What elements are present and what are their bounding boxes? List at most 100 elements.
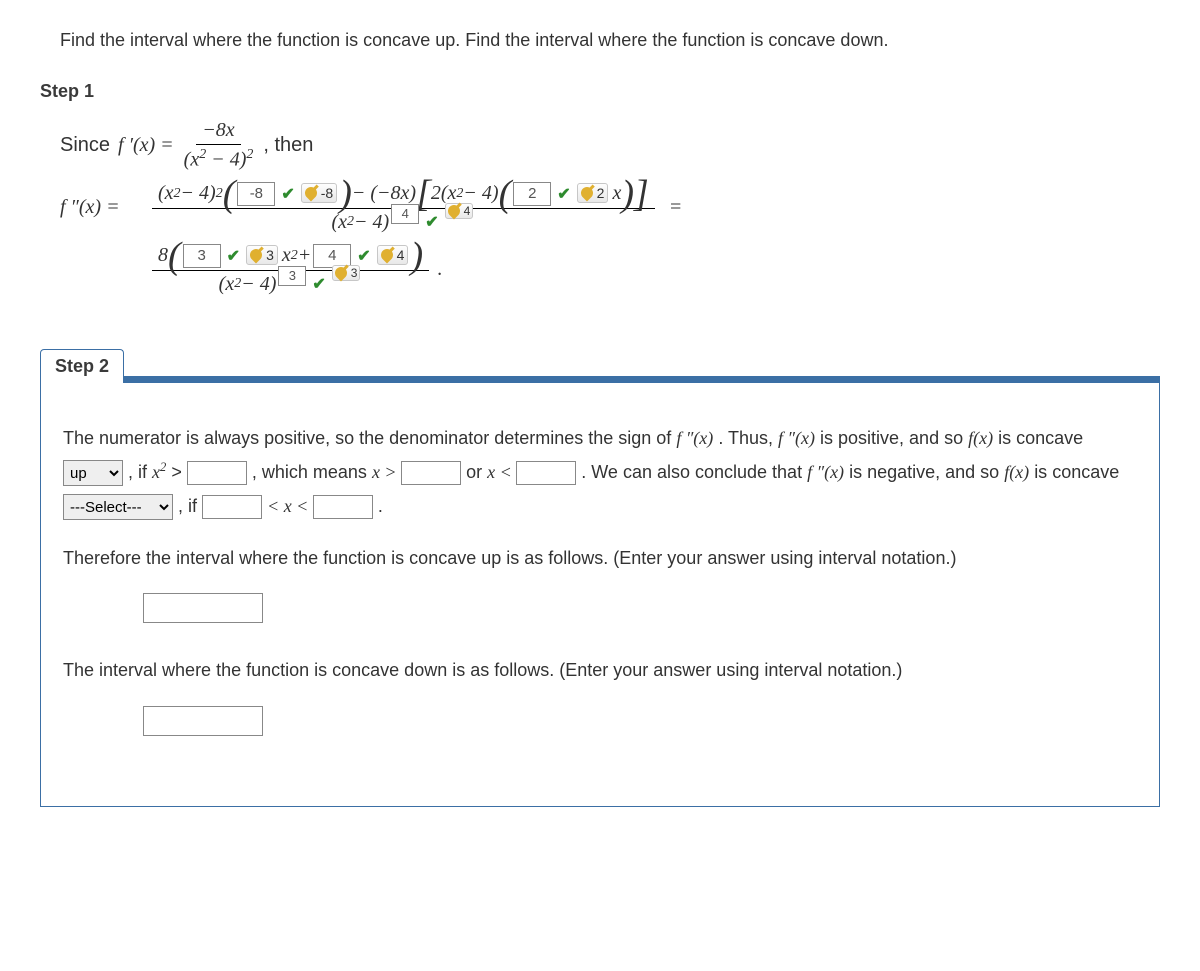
fx2: f(x) xyxy=(1004,462,1029,482)
d2b: − 4) xyxy=(241,273,276,296)
t2c: . We can also conclude that xyxy=(581,462,807,482)
check-icon: ✔ xyxy=(227,246,240,266)
check-icon: ✔ xyxy=(425,212,438,232)
input-x-lt[interactable] xyxy=(516,461,576,485)
l3-pre: 8 xyxy=(158,244,168,267)
input-range-high[interactable] xyxy=(313,495,373,519)
fpp1: f ″(x) xyxy=(676,428,713,448)
t3a: , if xyxy=(178,496,202,516)
answer-box-6[interactable]: 3 xyxy=(278,266,306,286)
period: . xyxy=(437,258,442,281)
den-a: (x xyxy=(184,149,200,171)
t1b: . Thus, xyxy=(718,428,778,448)
xgt: x > xyxy=(372,462,401,482)
step1-label: Step 1 xyxy=(40,81,1160,102)
key-icon xyxy=(445,202,462,219)
step2-box: The numerator is always positive, so the… xyxy=(40,382,1160,807)
frac-fprime-den: (x2 − 4)2 xyxy=(178,145,260,174)
xsq: x xyxy=(152,462,160,482)
step1-line3: 8 ( 3 ✔ 3 x2 + 4 ✔ 4 ) (x2 − 4) 3 ✔ 3 . xyxy=(60,242,1160,298)
key-answer-2[interactable]: 2 xyxy=(577,183,609,203)
den-b: − 4) xyxy=(206,149,246,171)
question-text: Find the interval where the function is … xyxy=(60,30,1140,51)
key5-val: 4 xyxy=(397,247,405,263)
then-text: , then xyxy=(263,134,313,157)
num-end: x xyxy=(612,182,621,205)
step1-line1: Since f ′(x) = −8x (x2 − 4)2 , then xyxy=(60,117,1160,174)
key-answer-6[interactable]: 3 xyxy=(332,265,361,281)
answer-box-1[interactable]: -8 xyxy=(237,182,275,206)
nd: − 4) xyxy=(463,182,498,205)
step1-body: Since f ′(x) = −8x (x2 − 4)2 , then f ″(… xyxy=(60,117,1160,298)
equals-trailing: = xyxy=(669,196,683,219)
l3-plus: + xyxy=(298,244,312,267)
nc: 2(x xyxy=(431,182,457,205)
gt: > xyxy=(171,462,187,482)
frac-fprime-num: −8x xyxy=(196,117,240,145)
input-xsq-gt[interactable] xyxy=(187,461,247,485)
check-icon: ✔ xyxy=(312,274,325,294)
fpp-label: f ″(x) = xyxy=(60,196,140,219)
d1b: − 4) xyxy=(354,211,389,234)
step2-bar xyxy=(124,376,1160,382)
fx1: f(x) xyxy=(968,428,993,448)
fpp-frac1-den: (x2 − 4) 4 ✔ 4 xyxy=(325,209,481,236)
input-concave-up-interval[interactable] xyxy=(143,593,263,623)
check-icon: ✔ xyxy=(357,246,370,266)
step2-paragraph-2: Therefore the interval where the functio… xyxy=(63,541,1137,575)
answer-box-3[interactable]: 4 xyxy=(391,204,419,224)
input-concave-down-interval[interactable] xyxy=(143,706,263,736)
concave-select-2[interactable]: ---Select--- xyxy=(63,494,173,520)
concave-select-1[interactable]: up xyxy=(63,460,123,486)
check-icon: ✔ xyxy=(557,184,570,204)
input-range-low[interactable] xyxy=(202,495,262,519)
key-answer-1[interactable]: -8 xyxy=(301,183,337,203)
input-x-gt[interactable] xyxy=(401,461,461,485)
key-answer-4[interactable]: 3 xyxy=(246,245,278,265)
fpp3: f ″(x) xyxy=(807,462,844,482)
check-icon: ✔ xyxy=(281,184,294,204)
step2-paragraph-1: The numerator is always positive, so the… xyxy=(63,421,1137,524)
t2b: , which means xyxy=(252,462,372,482)
fprime-label: f ′(x) = xyxy=(118,134,174,157)
d1a: (x xyxy=(331,211,347,234)
d2a: (x xyxy=(219,273,235,296)
key6-val: 3 xyxy=(351,266,358,280)
key-icon xyxy=(378,247,395,264)
key-answer-5[interactable]: 4 xyxy=(377,245,409,265)
key-icon xyxy=(248,247,265,264)
t2e: is concave xyxy=(1034,462,1119,482)
key-icon xyxy=(332,264,349,281)
key1-val: -8 xyxy=(321,185,333,201)
since-text: Since xyxy=(60,134,110,157)
num-mid: − (−8x) xyxy=(352,182,416,205)
key3-val: 4 xyxy=(464,204,471,218)
t1d: is concave xyxy=(998,428,1083,448)
xlt: x < xyxy=(487,462,516,482)
key-icon xyxy=(302,185,319,202)
key4-val: 3 xyxy=(266,247,274,263)
lt2: < x < xyxy=(267,496,313,516)
frac-fprime: −8x (x2 − 4)2 xyxy=(178,117,260,174)
step2-header: Step 2 xyxy=(40,348,1160,382)
t2d: is negative, and so xyxy=(849,462,1004,482)
or: or xyxy=(466,462,487,482)
key2-val: 2 xyxy=(597,185,605,201)
nb: − 4) xyxy=(181,182,216,205)
step2-label: Step 2 xyxy=(40,349,124,383)
t3b: . xyxy=(378,496,383,516)
fpp-frac1: (x2 − 4)2 ( -8 ✔ -8 ) − (−8x) [ 2(x2 − 4… xyxy=(152,180,655,236)
l3-mid: x xyxy=(282,244,291,267)
t1c: is positive, and so xyxy=(820,428,968,448)
key-icon xyxy=(578,185,595,202)
t2a: , if xyxy=(128,462,152,482)
key-answer-3[interactable]: 4 xyxy=(445,203,474,219)
fpp-frac2-den: (x2 − 4) 3 ✔ 3 xyxy=(213,271,369,298)
answer-box-2[interactable]: 2 xyxy=(513,182,551,206)
fpp-frac2: 8 ( 3 ✔ 3 x2 + 4 ✔ 4 ) (x2 − 4) 3 ✔ 3 xyxy=(152,242,429,298)
na: (x xyxy=(158,182,174,205)
t1a: The numerator is always positive, so the… xyxy=(63,428,676,448)
step2-paragraph-3: The interval where the function is conca… xyxy=(63,653,1137,687)
answer-box-4[interactable]: 3 xyxy=(183,244,221,268)
step1-line2: f ″(x) = (x2 − 4)2 ( -8 ✔ -8 ) − (−8x) [… xyxy=(60,180,1160,236)
